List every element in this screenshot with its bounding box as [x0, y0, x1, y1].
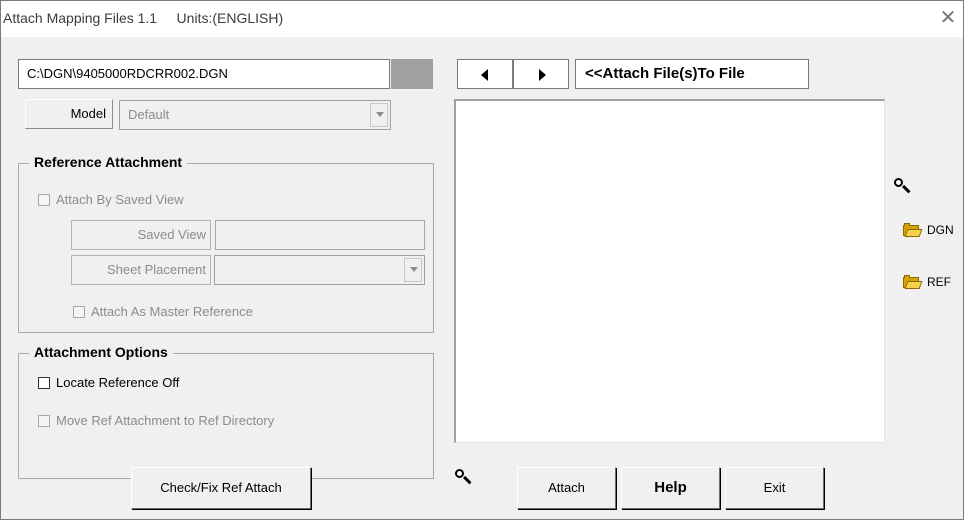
locate-reference-off-checkbox[interactable]: Locate Reference Off: [38, 375, 179, 390]
dgn-label: DGN: [927, 223, 954, 237]
previous-button[interactable]: [457, 59, 513, 89]
reference-attachment-title: Reference Attachment: [29, 154, 188, 170]
attach-button[interactable]: Attach: [517, 467, 616, 509]
dialog-body: C:\DGN\9405000RDCRR002.DGN Model Default…: [1, 37, 963, 519]
arrow-right-icon: [539, 69, 546, 81]
checkbox-box: [73, 305, 85, 318]
chevron-down-icon: [404, 258, 422, 282]
ref-label: REF: [927, 275, 951, 289]
sheet-placement-label: Sheet Placement: [71, 255, 211, 285]
attach-as-master-checkbox[interactable]: Attach As Master Reference: [73, 304, 253, 319]
search-icon[interactable]: [455, 469, 473, 487]
model-select[interactable]: Default: [119, 100, 391, 130]
saved-view-input[interactable]: [215, 220, 425, 250]
next-button[interactable]: [513, 59, 569, 89]
checkbox-box: [38, 376, 50, 389]
window-title: Attach Mapping Files 1.1 Units:(ENGLISH): [3, 10, 284, 26]
title-bar: Attach Mapping Files 1.1 Units:(ENGLISH)…: [1, 1, 963, 37]
exit-button[interactable]: Exit: [725, 467, 824, 509]
check-fix-ref-attach-button[interactable]: Check/Fix Ref Attach: [131, 467, 311, 509]
files-listbox[interactable]: [454, 99, 885, 443]
close-button[interactable]: ✕: [937, 6, 959, 30]
attach-mapping-files-window: Attach Mapping Files 1.1 Units:(ENGLISH)…: [0, 0, 964, 520]
open-folder-icon: [903, 223, 923, 237]
move-ref-attachment-checkbox[interactable]: Move Ref Attachment to Ref Directory: [38, 413, 274, 428]
model-label-button[interactable]: Model: [25, 99, 113, 129]
attach-to-file-label: <<Attach File(s)To File: [575, 59, 809, 89]
ref-browse-button[interactable]: REF: [903, 275, 951, 289]
browse-file-button[interactable]: [391, 59, 433, 89]
arrow-left-icon: [481, 69, 488, 81]
attach-as-master-label: Attach As Master Reference: [91, 304, 253, 319]
search-icon[interactable]: [894, 178, 912, 196]
move-ref-attachment-label: Move Ref Attachment to Ref Directory: [56, 413, 275, 428]
checkbox-box: [38, 414, 50, 427]
chevron-down-icon: [370, 103, 388, 127]
handle-part: [463, 475, 472, 485]
attach-by-saved-view-label: Attach By Saved View: [56, 192, 184, 207]
dgn-browse-button[interactable]: DGN: [903, 223, 954, 237]
file-path-field[interactable]: C:\DGN\9405000RDCRR002.DGN: [18, 59, 390, 89]
open-folder-icon: [903, 275, 923, 289]
attach-by-saved-view-checkbox[interactable]: Attach By Saved View: [38, 192, 184, 207]
saved-view-label: Saved View: [71, 220, 211, 250]
locate-reference-off-label: Locate Reference Off: [56, 375, 180, 390]
help-button[interactable]: Help: [621, 467, 720, 509]
attachment-options-title: Attachment Options: [29, 344, 173, 360]
sheet-placement-select[interactable]: [214, 255, 425, 285]
checkbox-box: [38, 193, 50, 206]
model-select-value: Default: [128, 107, 170, 122]
handle-part: [902, 184, 911, 194]
